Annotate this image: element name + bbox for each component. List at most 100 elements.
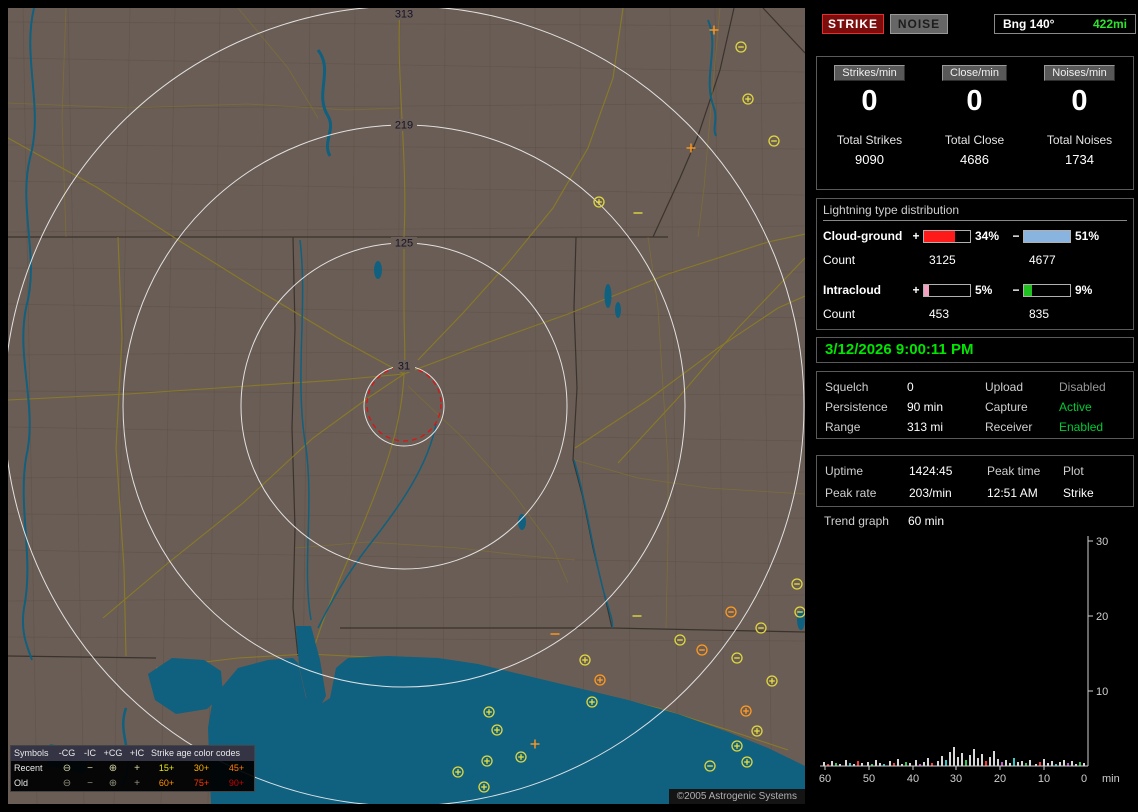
- y-tick-label: 20: [1096, 611, 1108, 623]
- x-tick-label: 30: [950, 773, 962, 785]
- total-strikes-value: 9090: [817, 152, 922, 167]
- x-tick-label: 20: [994, 773, 1006, 785]
- legend-old-label: Old: [11, 776, 55, 791]
- ic-plus-count: 453: [929, 307, 949, 321]
- pos-cg-icon: ⊕: [101, 776, 125, 791]
- neg-cg-icon: ⊖: [55, 761, 79, 776]
- cg-minus-fill: [1024, 231, 1070, 242]
- peak-time-label: Peak time: [987, 464, 1063, 478]
- neg-ic-icon: −: [79, 761, 101, 776]
- x-unit-label: min: [1102, 773, 1120, 785]
- rates-panel: Strikes/min 0 Total Strikes 9090 Close/m…: [816, 56, 1134, 190]
- legend-col-header: +CG: [101, 746, 125, 761]
- legend-recent-label: Recent: [11, 761, 55, 776]
- squelch-value: 0: [907, 380, 985, 394]
- cg-minus-pct: 51%: [1071, 229, 1109, 243]
- age-15: 15+: [149, 761, 184, 776]
- age-75: 75+: [184, 776, 219, 791]
- age-30: 30+: [184, 761, 219, 776]
- persistence-value: 90 min: [907, 400, 985, 414]
- cg-count-label: Count: [823, 253, 855, 267]
- distribution-panel: Lightning type distribution Cloud-ground…: [816, 198, 1134, 330]
- graph-ticks: [825, 541, 1093, 770]
- cg-plus-bar: [923, 230, 971, 243]
- ic-minus-count: 835: [1029, 307, 1049, 321]
- peak-rate-label: Peak rate: [825, 486, 909, 500]
- noises-per-min-value: 0: [1027, 85, 1132, 118]
- map-canvas[interactable]: 313 219 125 31: [8, 8, 805, 804]
- y-tick-label: 30: [1096, 536, 1108, 548]
- bearing-readout: Bng 140° 422mi: [994, 14, 1136, 34]
- strike-mode-button[interactable]: STRIKE: [822, 14, 884, 34]
- noise-mode-button[interactable]: NOISE: [890, 14, 948, 34]
- age-60: 60+: [149, 776, 184, 791]
- graph-axes: [820, 536, 1088, 766]
- minus-sign: −: [1009, 229, 1023, 243]
- datetime-value: 3/12/2026 9:00:11 PM: [825, 341, 973, 358]
- ic-count-label: Count: [823, 307, 855, 321]
- map-legend: Symbols -CG -IC +CG +IC Strike age color…: [10, 745, 255, 792]
- neg-cg-icon: ⊖: [55, 776, 79, 791]
- mode-toolbar: STRIKE NOISE Bng 140° 422mi: [816, 14, 1134, 36]
- distance-value: 422mi: [1093, 17, 1127, 31]
- ic-minus-fill: [1024, 285, 1032, 296]
- range-ring-label: 31: [398, 361, 410, 373]
- copyright: ©2005 Astrogenic Systems: [669, 789, 805, 804]
- ic-plus-fill: [924, 285, 929, 296]
- x-tick-label: 0: [1081, 773, 1087, 785]
- x-tick-label: 10: [1038, 773, 1050, 785]
- cg-minus-bar: [1023, 230, 1071, 243]
- range-ring-label: 125: [395, 238, 413, 250]
- pos-cg-icon: ⊕: [101, 761, 125, 776]
- receiver-status: Enabled: [1059, 420, 1131, 434]
- noises-per-min-button[interactable]: Noises/min: [1044, 65, 1114, 81]
- trend-graph-label: Trend graph: [824, 514, 889, 528]
- plot-label: Plot: [1063, 464, 1131, 478]
- range-ring-label: 313: [395, 9, 413, 21]
- x-tick-label: 40: [907, 773, 919, 785]
- plus-sign: +: [909, 229, 923, 243]
- pos-ic-icon: +: [125, 776, 149, 791]
- strikes-per-min-value: 0: [817, 85, 922, 118]
- range-label: Range: [825, 420, 907, 434]
- strikes-per-min-button[interactable]: Strikes/min: [834, 65, 904, 81]
- legend-col-header: -IC: [79, 746, 101, 761]
- legend-col-header: +IC: [125, 746, 149, 761]
- distribution-title: Lightning type distribution: [823, 203, 1127, 221]
- peak-time-value: 12:51 AM: [987, 486, 1063, 500]
- control-panel: STRIKE NOISE Bng 140° 422mi Strikes/min …: [812, 0, 1138, 812]
- close-per-min-value: 0: [922, 85, 1027, 118]
- total-close-label: Total Close: [922, 133, 1027, 147]
- trend-window-value: 60 min: [908, 514, 944, 528]
- neg-ic-icon: −: [79, 776, 101, 791]
- total-close-value: 4686: [922, 152, 1027, 167]
- capture-label: Capture: [985, 400, 1059, 414]
- cloud-ground-label: Cloud-ground: [823, 229, 909, 243]
- pos-ic-icon: +: [125, 761, 149, 776]
- app-window: 313 219 125 31 Symbols -CG -IC +CG +IC S…: [0, 0, 1138, 812]
- close-per-min-button[interactable]: Close/min: [942, 65, 1007, 81]
- session-panel: Uptime 1424:45 Peak time Plot Peak rate …: [816, 455, 1134, 507]
- ic-minus-pct: 9%: [1071, 283, 1109, 297]
- ic-plus-bar: [923, 284, 971, 297]
- uptime-value: 1424:45: [909, 464, 987, 478]
- total-noises-label: Total Noises: [1027, 133, 1132, 147]
- y-tick-label: 10: [1096, 686, 1108, 698]
- x-tick-label: 50: [863, 773, 875, 785]
- total-noises-value: 1734: [1027, 152, 1132, 167]
- legend-col-header: -CG: [55, 746, 79, 761]
- minus-sign: −: [1009, 283, 1023, 297]
- datetime-panel: 3/12/2026 9:00:11 PM: [816, 337, 1134, 363]
- total-strikes-label: Total Strikes: [817, 133, 922, 147]
- ic-minus-bar: [1023, 284, 1071, 297]
- uptime-label: Uptime: [825, 464, 909, 478]
- cg-plus-pct: 34%: [971, 229, 1009, 243]
- trend-bars: [823, 747, 1085, 766]
- squelch-label: Squelch: [825, 380, 907, 394]
- plus-sign: +: [909, 283, 923, 297]
- lightning-map[interactable]: 313 219 125 31 Symbols -CG -IC +CG +IC S…: [8, 8, 805, 804]
- bearing-value: Bng 140°: [1003, 17, 1054, 31]
- legend-symbols-header: Symbols: [11, 746, 55, 761]
- settings-panel: Squelch 0 Upload Disabled Persistence 90…: [816, 371, 1134, 439]
- plot-mode-value: Strike: [1063, 486, 1131, 500]
